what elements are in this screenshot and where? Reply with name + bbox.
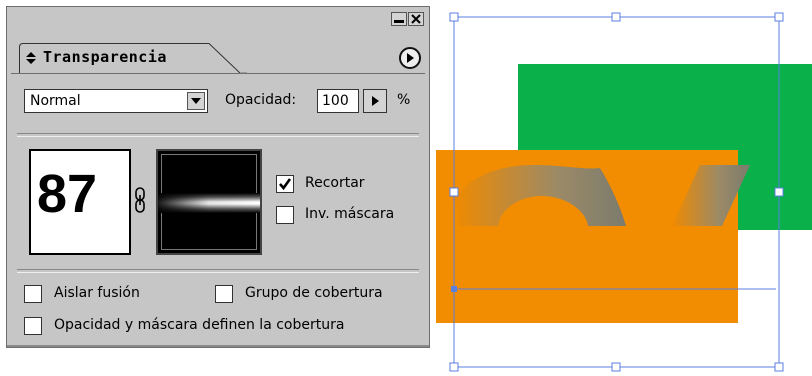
artwork-thumbnail[interactable]: 87 (29, 149, 131, 255)
handle-top-left[interactable] (449, 12, 459, 22)
opacity-slider-button[interactable] (363, 89, 387, 113)
gradient-arch-shape (454, 165, 626, 226)
blend-mode-select[interactable]: Normal (24, 89, 208, 113)
panel-menu-button[interactable] (399, 47, 421, 69)
minimize-button[interactable] (391, 12, 407, 26)
blend-mode-value: Normal (30, 93, 81, 109)
inv-mascara-checkbox[interactable] (276, 206, 294, 224)
close-button[interactable] (408, 12, 424, 26)
tab-content-border (11, 73, 425, 74)
recortar-label: Recortar (305, 175, 365, 191)
opacidad-mascara-checkbox[interactable] (24, 317, 42, 335)
link-chain-icon[interactable] (134, 187, 146, 213)
transparency-panel: Transparencia Normal Opacidad: 100 % 87 (6, 6, 430, 348)
recortar-checkbox[interactable] (276, 175, 294, 193)
opacity-label: Opacidad: (225, 92, 297, 108)
divider (17, 133, 419, 137)
grupo-cobertura-label: Grupo de cobertura (245, 285, 383, 301)
artwork-thumbnail-text: 87 (37, 164, 98, 224)
chevron-down-icon (191, 98, 201, 104)
selection-bounding-box[interactable] (453, 16, 780, 368)
blend-mode-dropdown-button[interactable] (187, 92, 205, 110)
inv-mascara-label: Inv. máscara (305, 206, 395, 222)
aislar-fusion-checkbox[interactable] (24, 285, 42, 303)
grupo-cobertura-checkbox[interactable] (215, 285, 233, 303)
mask-gradient-stripe (158, 193, 260, 213)
triangle-right-icon (372, 96, 379, 106)
mask-thumbnail[interactable] (156, 149, 262, 255)
expand-collapse-icon (26, 52, 36, 64)
panel-titlebar[interactable] (7, 7, 429, 37)
close-icon (411, 14, 421, 24)
aislar-fusion-label: Aislar fusión (54, 285, 140, 301)
handle-top-center[interactable] (611, 12, 621, 22)
handle-bottom-left[interactable] (449, 362, 459, 372)
opacity-input[interactable]: 100 (317, 89, 359, 113)
handle-middle-right[interactable] (774, 187, 784, 197)
handle-top-right[interactable] (774, 12, 784, 22)
opacity-unit: % (397, 92, 411, 108)
checkmark-icon (279, 178, 292, 191)
divider (17, 269, 419, 273)
opacidad-mascara-label: Opacidad y máscara definen la cobertura (54, 317, 345, 333)
handle-middle-left[interactable] (449, 187, 459, 197)
baseline-anchor-point[interactable] (451, 286, 457, 292)
handle-bottom-right[interactable] (774, 362, 784, 372)
orange-rectangle[interactable] (436, 150, 738, 323)
selection-handles[interactable] (449, 12, 784, 372)
handle-bottom-center[interactable] (611, 362, 621, 372)
tab-label: Transparencia (43, 48, 167, 66)
tab-transparencia[interactable]: Transparencia (19, 43, 247, 74)
gradient-parallelogram-shape (672, 165, 750, 226)
triangle-right-icon (407, 53, 414, 63)
minimize-icon (394, 20, 404, 23)
green-rectangle[interactable] (518, 64, 812, 230)
